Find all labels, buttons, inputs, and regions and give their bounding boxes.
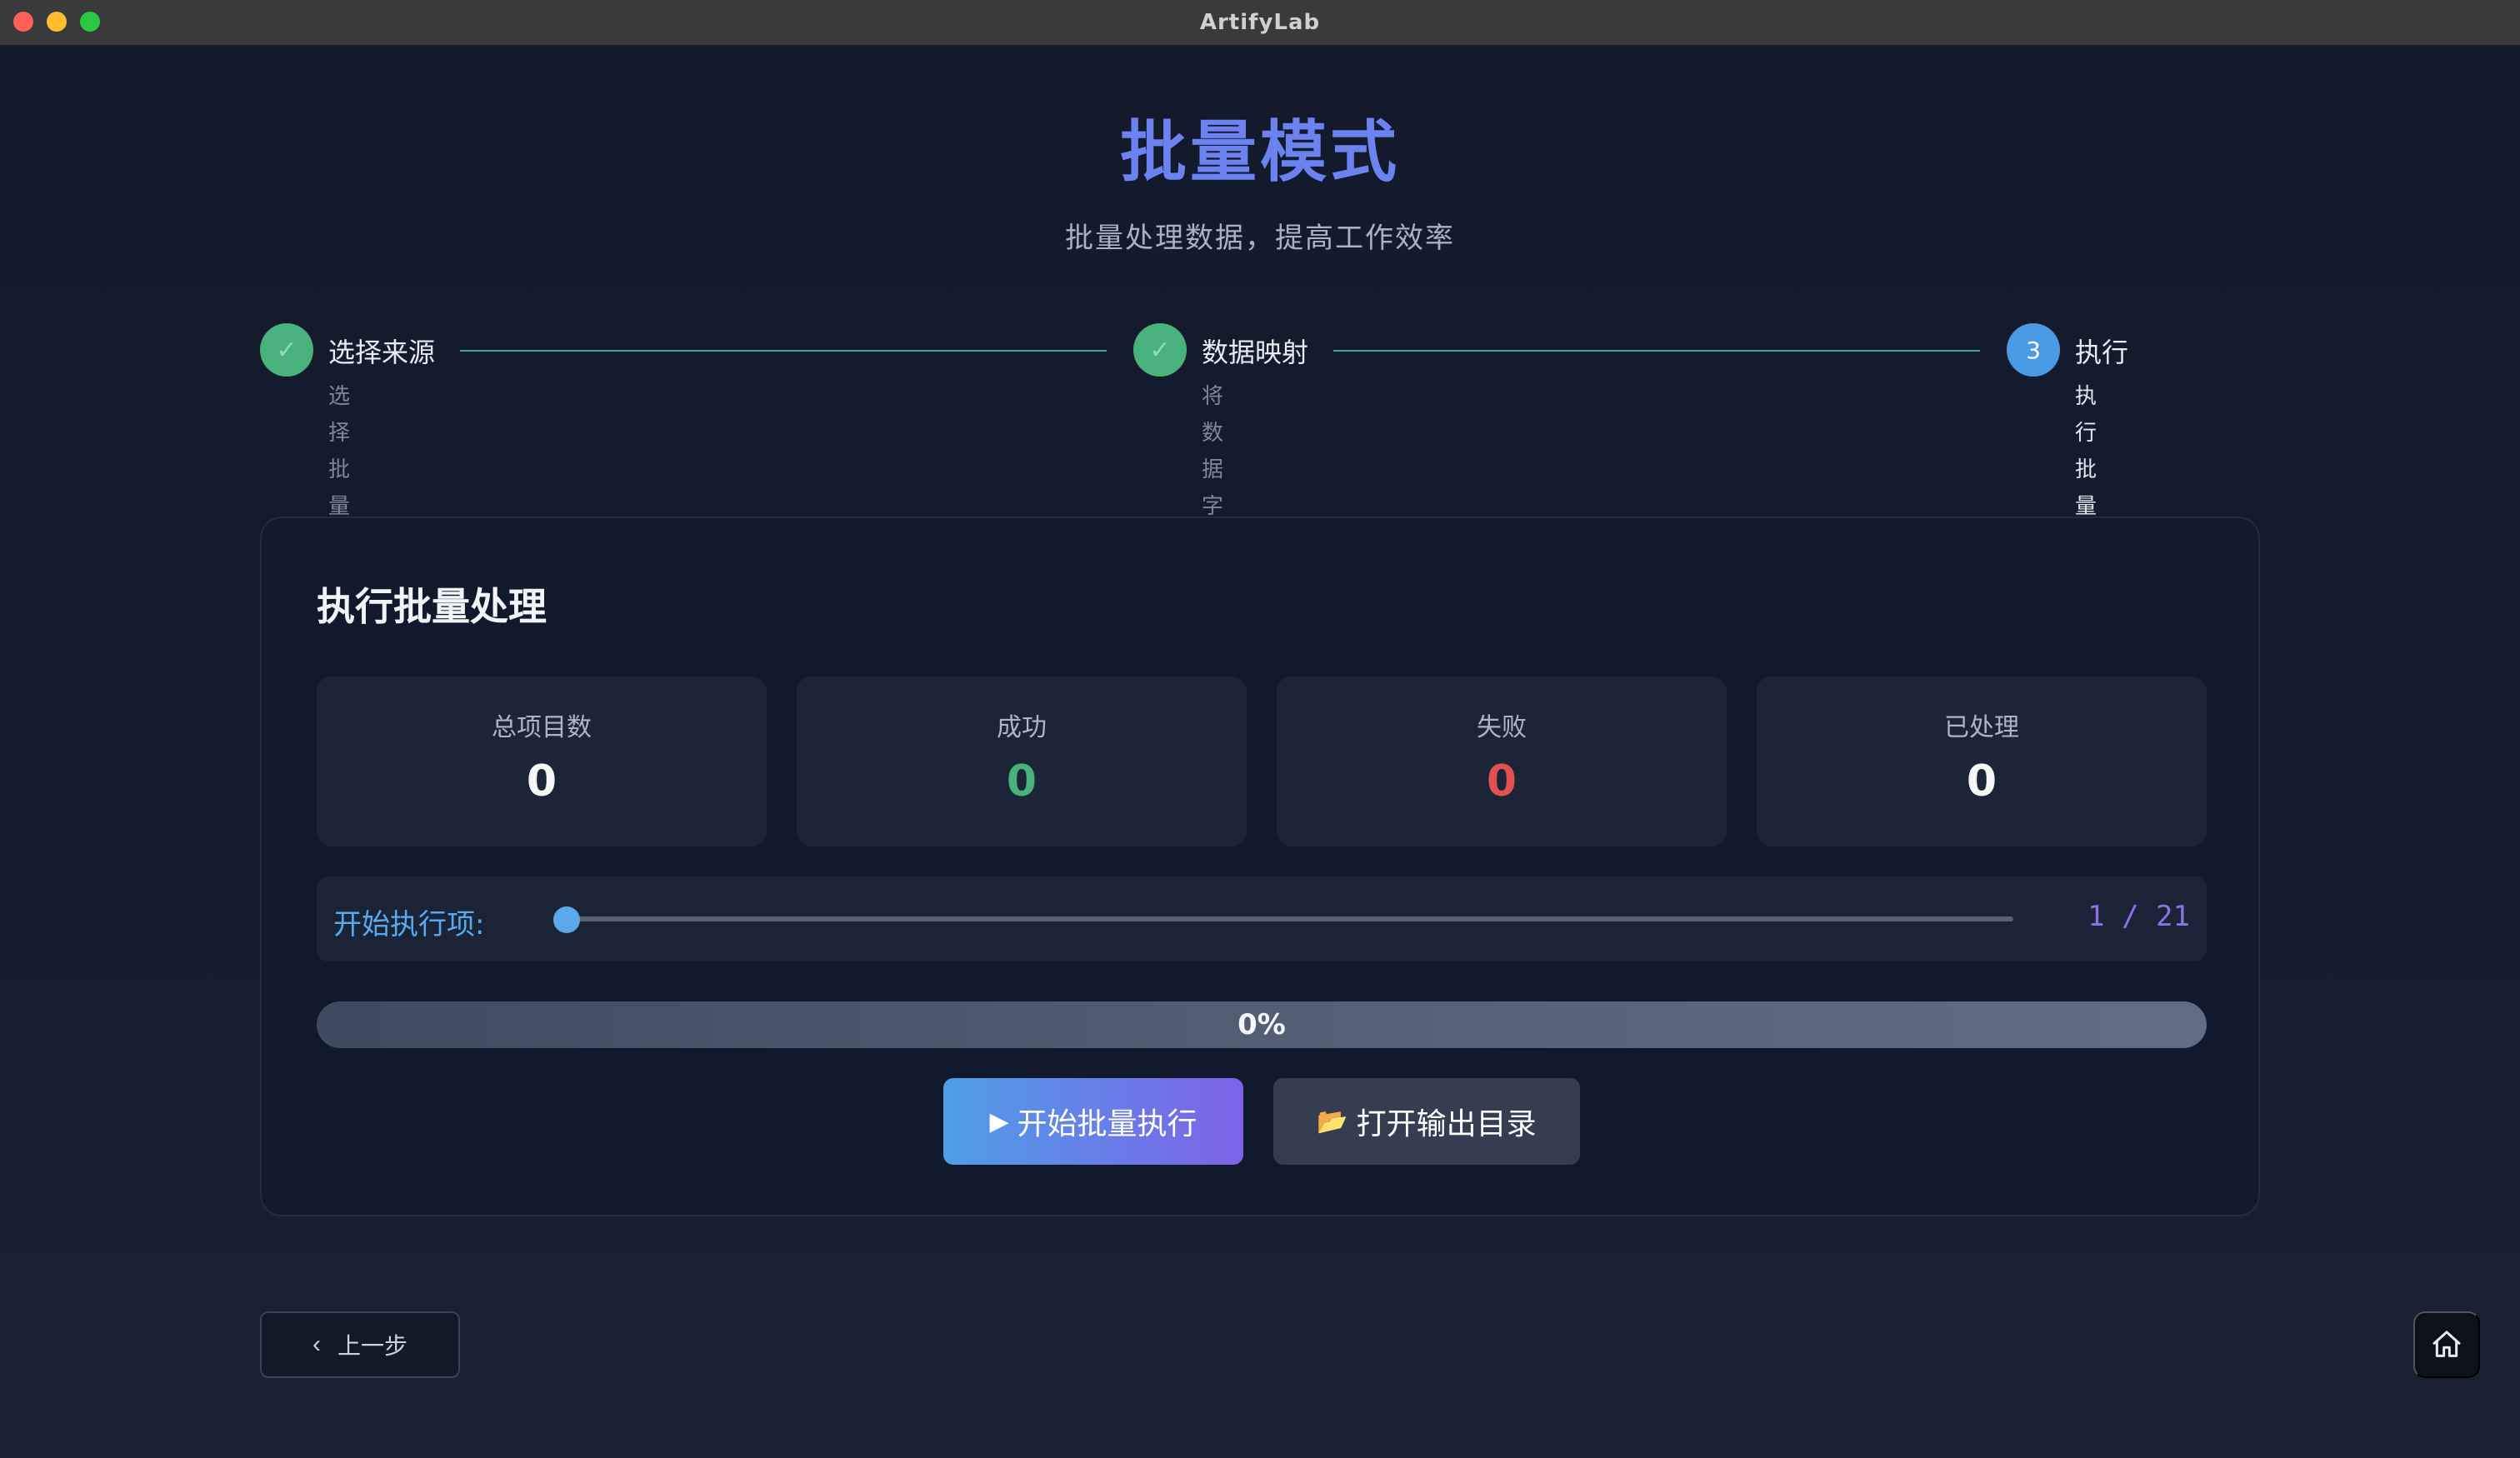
stat-failed: 失败 0: [1277, 677, 1727, 846]
check-icon: ✓: [1133, 323, 1187, 377]
start-item-slider-track[interactable]: [558, 916, 2013, 921]
stat-success: 成功 0: [797, 677, 1247, 846]
title-bar: ArtifyLab: [0, 0, 2520, 47]
folder-icon: 📂: [1317, 1107, 1348, 1136]
minimize-window-button[interactable]: [47, 12, 67, 32]
progress-bar: 0%: [317, 1001, 2207, 1048]
play-icon: ▶: [989, 1107, 1009, 1136]
stat-total: 总项目数 0: [317, 677, 767, 846]
start-item-slider-thumb[interactable]: [553, 906, 580, 933]
step-connector: [460, 350, 1107, 352]
app-window: ArtifyLab 批量模式 批量处理数据，提高工作效率 ✓ 选择来源 选择批量…: [0, 0, 2520, 1458]
close-window-button[interactable]: [13, 12, 33, 32]
stat-value: 0: [1006, 756, 1038, 806]
start-item-row: 开始执行项: 1 / 21: [317, 876, 2207, 961]
previous-step-label: 上一步: [337, 1333, 408, 1359]
start-batch-label: 开始批量执行: [1017, 1106, 1198, 1141]
step-label: 选择来源: [328, 337, 436, 368]
window-controls: [13, 12, 100, 32]
stat-label: 失败: [1477, 713, 1527, 742]
step-label: 执行: [2075, 337, 2129, 368]
stat-value: 0: [526, 756, 558, 806]
start-batch-button[interactable]: ▶ 开始批量执行: [943, 1078, 1243, 1165]
progress-text: 0%: [1238, 1008, 1286, 1041]
stat-label: 已处理: [1944, 713, 2019, 742]
start-item-label: 开始执行项:: [333, 908, 485, 941]
home-button[interactable]: [2413, 1311, 2480, 1378]
step-label: 数据映射: [1202, 337, 1309, 368]
start-item-count: 1 / 21: [2088, 900, 2190, 933]
previous-step-button[interactable]: ‹ 上一步: [260, 1311, 460, 1378]
page-title: 批量模式: [1120, 113, 1400, 191]
card-title: 执行批量处理: [317, 584, 547, 629]
open-output-folder-button[interactable]: 📂 打开输出目录: [1273, 1078, 1580, 1165]
maximize-window-button[interactable]: [80, 12, 100, 32]
stat-value: 0: [1486, 756, 1518, 806]
window-title: ArtifyLab: [1199, 10, 1321, 35]
batch-execution-card: 执行批量处理 总项目数 0 成功 0 失败 0 已处理 0 开始执行项: 1 /…: [260, 517, 2260, 1216]
stat-processed: 已处理 0: [1757, 677, 2207, 846]
open-output-folder-label: 打开输出目录: [1356, 1106, 1537, 1141]
step-connector: [1333, 350, 1980, 352]
stat-value: 0: [1966, 756, 1998, 806]
stat-label: 总项目数: [492, 713, 592, 742]
stat-label: 成功: [997, 713, 1047, 742]
chevron-left-icon: ‹: [312, 1331, 321, 1358]
check-icon: ✓: [260, 323, 313, 377]
step-number: 3: [2007, 323, 2060, 377]
page-subtitle: 批量处理数据，提高工作效率: [1065, 222, 1455, 255]
home-icon: [2432, 1331, 2461, 1357]
